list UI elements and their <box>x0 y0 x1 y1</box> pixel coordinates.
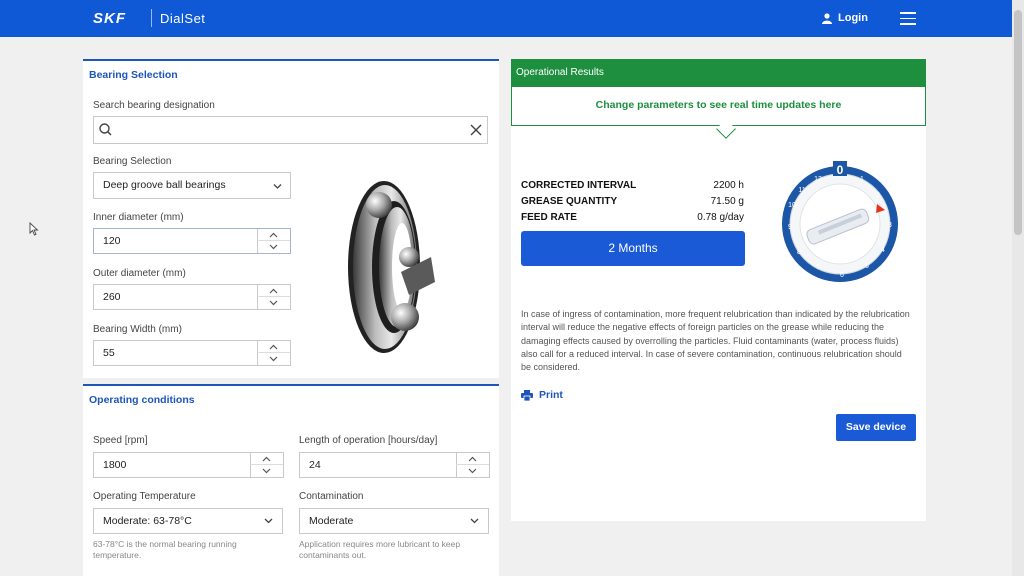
skf-logo[interactable]: SKF <box>93 10 126 27</box>
corrected-interval-label: CORRECTED INTERVAL <box>521 180 637 191</box>
contamination-hint: Application requires more lubricant to k… <box>299 539 461 560</box>
clear-icon[interactable] <box>470 124 482 136</box>
chevron-up-icon[interactable] <box>257 341 290 353</box>
bearing-selection-panel: Bearing Selection Search bearing designa… <box>83 59 499 378</box>
bearing-width-label: Bearing Width (mm) <box>93 324 182 335</box>
speed-stepper[interactable] <box>250 452 284 478</box>
dial-number-9: 9 <box>788 224 792 231</box>
bearing-type-label: Bearing Selection <box>93 156 172 167</box>
dial-number-11: 11 <box>798 187 805 194</box>
login-button[interactable]: Login <box>822 12 868 24</box>
print-button[interactable]: Print <box>521 389 563 401</box>
dial-number-7: 7 <box>816 264 820 271</box>
save-device-button[interactable]: Save device <box>836 414 916 441</box>
chevron-up-icon[interactable] <box>250 453 283 465</box>
login-label: Login <box>838 12 868 24</box>
temperature-hint: 63-78°C is the normal bearing running te… <box>93 539 237 560</box>
chevron-down-icon[interactable] <box>250 465 283 477</box>
hamburger-menu-icon[interactable] <box>900 12 916 25</box>
dial-number-6: 6 <box>840 272 844 279</box>
dial-number-3: 3 <box>888 222 892 229</box>
operating-temperature-select[interactable]: Moderate: 63-78°C <box>93 508 283 534</box>
logo-divider <box>151 9 152 27</box>
dial-number-12: 12 <box>814 176 822 183</box>
dial-number-0: 0 <box>837 163 844 177</box>
chevron-down-icon <box>470 518 479 524</box>
chevron-down-icon <box>264 518 273 524</box>
feed-rate-label: FEED RATE <box>521 212 577 223</box>
operational-results-panel: Operational Results Change parameters to… <box>511 59 926 521</box>
operating-temperature-label: Operating Temperature <box>93 491 196 502</box>
scrollbar-thumb[interactable] <box>1014 10 1022 235</box>
outer-diameter-input[interactable]: 260 <box>93 284 258 310</box>
contamination-select[interactable]: Moderate <box>299 508 489 534</box>
grease-quantity-label: GREASE QUANTITY <box>521 196 618 207</box>
operating-conditions-panel: Operating conditions Speed [rpm] 1800 Le… <box>83 384 499 576</box>
printer-icon <box>521 389 533 401</box>
chevron-up-icon[interactable] <box>257 229 290 241</box>
bearing-width-stepper[interactable] <box>257 340 291 366</box>
contamination-label: Contamination <box>299 491 364 502</box>
bearing-selection-title: Bearing Selection <box>89 69 178 81</box>
dial-number-1: 1 <box>860 176 864 183</box>
chevron-down-icon <box>273 184 282 189</box>
dial-number-5: 5 <box>865 263 869 270</box>
results-message: Change parameters to see real time updat… <box>511 86 926 126</box>
inner-diameter-stepper[interactable] <box>257 228 291 254</box>
length-of-operation-stepper[interactable] <box>456 452 490 478</box>
operating-conditions-title: Operating conditions <box>89 394 195 406</box>
bearing-width-input[interactable]: 55 <box>93 340 258 366</box>
chevron-down-icon[interactable] <box>257 241 290 253</box>
print-label: Print <box>539 389 563 401</box>
speed-input[interactable]: 1800 <box>93 452 251 478</box>
contamination-note: In case of ingress of contamination, mor… <box>521 309 910 373</box>
grease-quantity-value: 71.50 g <box>710 196 744 207</box>
top-bar: SKF DialSet Login <box>0 0 1012 37</box>
bearing-illustration <box>348 181 435 353</box>
corrected-interval-value: 2200 h <box>713 180 744 191</box>
chevron-up-icon[interactable] <box>257 285 290 297</box>
feed-rate-value: 0.78 g/day <box>697 212 744 223</box>
outer-diameter-label: Outer diameter (mm) <box>93 268 186 279</box>
chevron-down-icon[interactable] <box>257 353 290 365</box>
length-of-operation-input[interactable]: 24 <box>299 452 457 478</box>
user-icon <box>822 12 832 24</box>
outer-diameter-stepper[interactable] <box>257 284 291 310</box>
inner-diameter-input[interactable]: 120 <box>93 228 258 254</box>
mouse-cursor-icon <box>29 222 39 236</box>
results-title: Operational Results <box>511 59 926 87</box>
app-name: DialSet <box>160 11 206 26</box>
dial-number-8: 8 <box>797 249 801 256</box>
bearing-type-select[interactable]: Deep groove ball bearings <box>93 172 291 199</box>
search-label: Search bearing designation <box>93 100 215 111</box>
speed-label: Speed [rpm] <box>93 435 148 446</box>
dial-number-4: 4 <box>881 247 885 254</box>
inner-diameter-label: Inner diameter (mm) <box>93 212 184 223</box>
chevron-up-icon[interactable] <box>456 453 489 465</box>
search-icon <box>99 123 112 136</box>
dial-number-10: 10 <box>788 202 796 209</box>
chevron-down-icon[interactable] <box>456 465 489 477</box>
dial-number-2: 2 <box>876 192 880 199</box>
chevron-down-icon[interactable] <box>257 297 290 309</box>
interval-months-button[interactable]: 2 Months <box>521 231 745 266</box>
dialset-dial-illustration: 0 1 2 3 4 5 6 7 8 9 10 11 12 <box>782 161 898 282</box>
length-of-operation-label: Length of operation [hours/day] <box>299 435 438 446</box>
search-input[interactable] <box>93 116 488 144</box>
